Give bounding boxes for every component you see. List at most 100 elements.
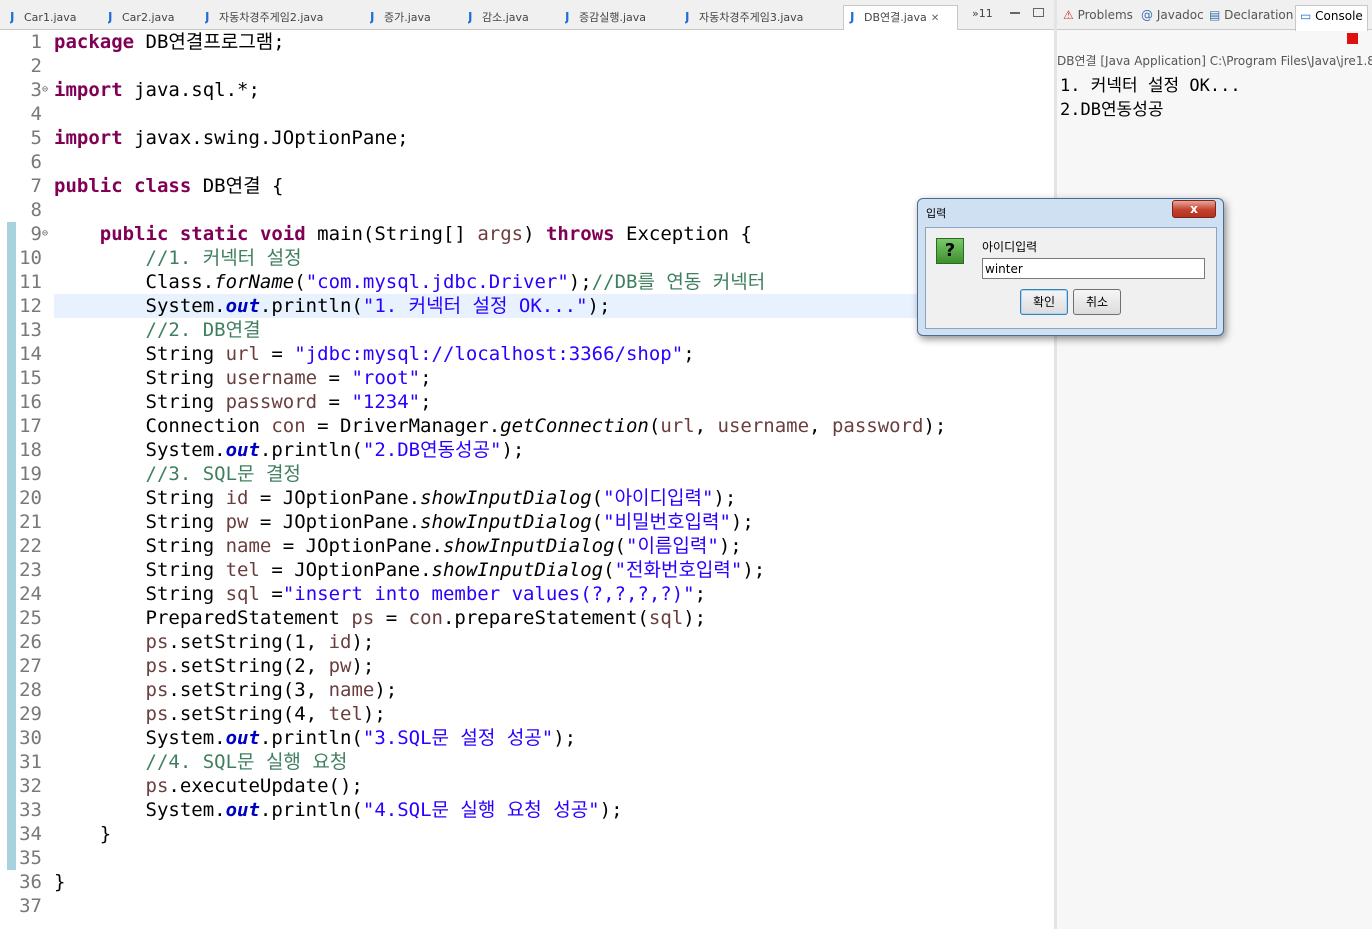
code-line[interactable]: 14 String url = "jdbc:mysql://localhost:… <box>0 342 1054 366</box>
declaration-icon: ▤ <box>1209 8 1221 22</box>
line-number: 30 <box>19 727 42 749</box>
code-text: } <box>54 871 66 893</box>
code-line[interactable]: 9 ⊖ public static void main(String[] args… <box>0 222 1054 246</box>
line-number: 15 <box>19 367 42 389</box>
console-line: 2.DB연동성공 <box>1060 100 1164 120</box>
code-line[interactable]: 37 <box>0 894 1054 918</box>
line-number: 21 <box>19 511 42 533</box>
code-line[interactable]: 10 //1. 커넥터 설정 <box>0 246 1054 270</box>
tab-db-connect[interactable]: J DB연결.java ✕ <box>843 5 958 31</box>
code-line[interactable]: 7 public class DB연결 { <box>0 174 1054 198</box>
code-text: import javax.swing.JOptionPane; <box>54 127 409 149</box>
tab-console[interactable]: ▭ Console <box>1295 5 1368 31</box>
code-line[interactable]: 24 String sql ="insert into member value… <box>0 582 1054 606</box>
code-line[interactable]: 20 String id = JOptionPane.showInputDial… <box>0 486 1054 510</box>
code-line[interactable]: 31 //4. SQL문 실행 요청 <box>0 750 1054 774</box>
java-file-icon: J <box>205 10 210 24</box>
tab-declaration[interactable]: ▤ Declaration <box>1209 8 1293 22</box>
dialog-close-button[interactable]: x <box>1172 200 1216 218</box>
line-number: 29 <box>19 703 42 725</box>
code-text: package DB연결프로그램; <box>54 31 285 53</box>
code-line[interactable]: 35 <box>0 846 1054 870</box>
tab-car1[interactable]: J Car1.java <box>10 6 100 30</box>
input-dialog: 입력 x ? 아이디입력 확인 취소 <box>917 198 1224 336</box>
java-file-icon: J <box>565 10 570 24</box>
code-line[interactable]: 30 System.out.println("3.SQL문 설정 성공"); <box>0 726 1054 750</box>
code-line[interactable]: 4 <box>0 102 1054 126</box>
line-number: 6 <box>30 151 42 173</box>
code-line[interactable]: 6 <box>0 150 1054 174</box>
console-line: 1. 커넥터 설정 OK... <box>1060 76 1241 96</box>
code-line[interactable]: 17 Connection con = DriverManager.getCon… <box>0 414 1054 438</box>
code-line[interactable]: 8 <box>0 198 1054 222</box>
fold-icon[interactable]: ⊖ <box>42 78 48 102</box>
line-number: 20 <box>19 487 42 509</box>
cancel-button[interactable]: 취소 <box>1073 289 1121 315</box>
line-number: 34 <box>19 823 42 845</box>
code-line[interactable]: 1 package DB연결프로그램; <box>0 30 1054 54</box>
code-line[interactable]: 32 ps.executeUpdate(); <box>0 774 1054 798</box>
line-number: 35 <box>19 847 42 869</box>
tab-overflow-button[interactable]: »11 <box>972 7 993 20</box>
line-number: 25 <box>19 607 42 629</box>
code-line[interactable]: 36} <box>0 870 1054 894</box>
code-text: System.out.println("2.DB연동성공"); <box>54 439 525 461</box>
code-line[interactable]: 19 //3. SQL문 결정 <box>0 462 1054 486</box>
code-text: Class.forName("com.mysql.jdbc.Driver");/… <box>54 271 766 293</box>
code-line[interactable]: 13 //2. DB연결 <box>0 318 1054 342</box>
id-input[interactable] <box>982 258 1205 279</box>
tab-javadoc[interactable]: @ Javadoc <box>1141 8 1204 22</box>
code-line[interactable]: 18 System.out.println("2.DB연동성공"); <box>0 438 1054 462</box>
code-text: String id = JOptionPane.showInputDialog(… <box>54 487 737 509</box>
code-line[interactable]: 22 String name = JOptionPane.showInputDi… <box>0 534 1054 558</box>
code-line[interactable]: 27 ps.setString(2, pw); <box>0 654 1054 678</box>
code-line[interactable]: 5 import javax.swing.JOptionPane; <box>0 126 1054 150</box>
console-icon: ▭ <box>1300 9 1312 23</box>
tab-decrease[interactable]: J 감소.java <box>468 6 558 30</box>
maximize-icon[interactable] <box>1033 8 1044 17</box>
code-line[interactable]: 21 String pw = JOptionPane.showInputDial… <box>0 510 1054 534</box>
tab-car2[interactable]: J Car2.java <box>108 6 198 30</box>
code-line[interactable]: 29 ps.setString(4, tel); <box>0 702 1054 726</box>
code-line[interactable]: 33 System.out.println("4.SQL문 실행 요청 성공")… <box>0 798 1054 822</box>
fold-icon[interactable]: ⊖ <box>42 222 48 246</box>
code-line[interactable]: 3 ⊖ import java.sql.*; <box>0 78 1054 102</box>
code-line[interactable]: 2 <box>0 54 1054 78</box>
line-number: 1 <box>30 31 42 53</box>
code-line[interactable]: 25 PreparedStatement ps = con.prepareSta… <box>0 606 1054 630</box>
tab-increase[interactable]: J 증가.java <box>370 6 460 30</box>
editor-tab-bar: J Car1.java J Car2.java J 자동차경주게임2.java J 증가… <box>0 0 1054 31</box>
code-line[interactable]: 12 System.out.println("1. 커넥터 설정 OK...")… <box>0 294 1054 318</box>
line-number: 27 <box>19 655 42 677</box>
ok-button[interactable]: 확인 <box>1020 289 1068 315</box>
java-file-icon: J <box>370 10 375 24</box>
line-number: 33 <box>19 799 42 821</box>
code-line[interactable]: 11 Class.forName("com.mysql.jdbc.Driver"… <box>0 270 1054 294</box>
code-line[interactable]: 34 } <box>0 822 1054 846</box>
tab-race-game3[interactable]: J 자동차경주게임3.java <box>685 6 840 30</box>
code-text: String name = JOptionPane.showInputDialo… <box>54 535 742 557</box>
code-line[interactable]: 26 ps.setString(1, id); <box>0 630 1054 654</box>
code-line[interactable]: 28 ps.setString(3, name); <box>0 678 1054 702</box>
code-line[interactable]: 16 String password = "1234"; <box>0 390 1054 414</box>
close-tab-icon[interactable]: ✕ <box>931 13 939 24</box>
code-text: public class DB연결 { <box>54 175 284 197</box>
java-file-icon: J <box>850 10 855 24</box>
code-text: System.out.println("1. 커넥터 설정 OK..."); <box>54 295 611 317</box>
terminate-icon[interactable] <box>1347 33 1358 44</box>
line-number: 18 <box>19 439 42 461</box>
line-number: 17 <box>19 415 42 437</box>
java-file-icon: J <box>685 10 690 24</box>
code-line[interactable]: 23 String tel = JOptionPane.showInputDia… <box>0 558 1054 582</box>
code-line[interactable]: 15 String username = "root"; <box>0 366 1054 390</box>
minimize-icon[interactable] <box>1010 12 1020 14</box>
code-editor[interactable]: 1 package DB연결프로그램; 2 3 ⊖ import java.sql.*; 4… <box>0 30 1054 929</box>
code-text: ps.executeUpdate(); <box>145 775 363 797</box>
tab-race-game2[interactable]: J 자동차경주게임2.java <box>205 6 360 30</box>
line-number: 10 <box>19 247 42 269</box>
line-number: 22 <box>19 535 42 557</box>
code-text: String url = "jdbc:mysql://localhost:336… <box>54 343 695 365</box>
tab-problems[interactable]: ⚠ Problems <box>1063 8 1133 22</box>
tab-inc-dec-run[interactable]: J 증감실행.java <box>565 6 675 30</box>
code-text: import java.sql.*; <box>54 79 260 101</box>
